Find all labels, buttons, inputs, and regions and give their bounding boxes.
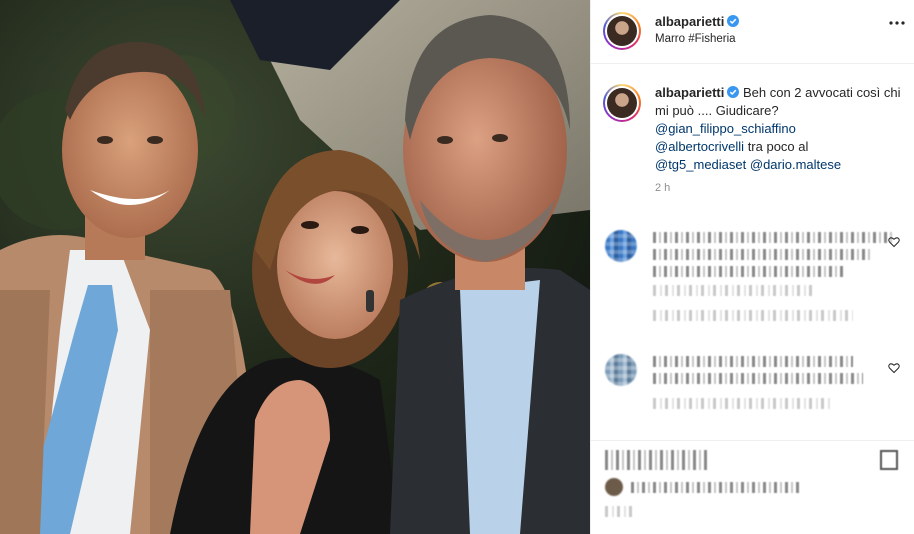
post-side-panel: albaparietti Marro #Fisheria albapariett… bbox=[590, 0, 914, 534]
actions-blurred bbox=[605, 450, 904, 534]
post-location[interactable]: Marro #Fisheria bbox=[655, 33, 736, 45]
caption-text: albaparietti Beh con 2 avvocati così chi… bbox=[655, 84, 903, 174]
commenter-avatar bbox=[605, 230, 637, 262]
mention-link[interactable]: @albertocrivelli bbox=[655, 139, 744, 154]
more-options-icon[interactable] bbox=[888, 14, 906, 32]
mention-link[interactable]: @tg5_mediaset bbox=[655, 157, 746, 172]
photo-illustration bbox=[0, 0, 590, 534]
comment-blurred bbox=[605, 352, 904, 422]
action-bar bbox=[591, 440, 914, 441]
heart-icon[interactable] bbox=[888, 362, 900, 374]
bookmark-icon[interactable] bbox=[880, 450, 898, 470]
author-avatar[interactable] bbox=[603, 12, 641, 50]
post-header: albaparietti Marro #Fisheria bbox=[591, 0, 914, 64]
commenter-avatar bbox=[605, 354, 637, 386]
comment-blurred bbox=[605, 228, 904, 321]
mention-link[interactable]: @dario.maltese bbox=[750, 157, 841, 172]
post-timestamp: 2 h bbox=[655, 182, 671, 194]
verified-badge-icon bbox=[727, 86, 740, 98]
liker-avatar bbox=[605, 478, 623, 496]
author-username[interactable]: albaparietti bbox=[655, 14, 724, 29]
mention-link[interactable]: @gian_filippo_schiaffino bbox=[655, 121, 796, 136]
verified-badge-icon bbox=[727, 15, 740, 27]
post-photo[interactable] bbox=[0, 0, 590, 534]
caption-body-2: tra poco al bbox=[747, 139, 809, 154]
post-caption: albaparietti Beh con 2 avvocati così chi… bbox=[603, 84, 903, 194]
heart-icon[interactable] bbox=[888, 236, 900, 248]
caption-username[interactable]: albaparietti bbox=[655, 85, 724, 100]
